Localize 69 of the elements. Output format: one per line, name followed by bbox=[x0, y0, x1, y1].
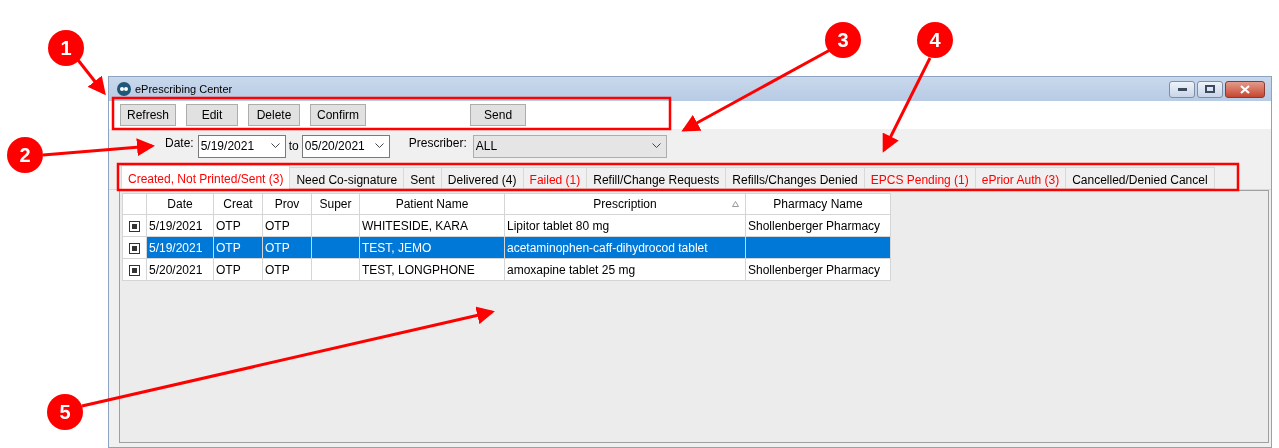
prescriber-dropdown[interactable]: ALL bbox=[472, 134, 667, 158]
callout-badge: 2 bbox=[7, 137, 43, 173]
callout-badge: 3 bbox=[825, 22, 861, 58]
table-cell: 5/19/2021 bbox=[149, 218, 203, 233]
callout-arrow bbox=[76, 59, 106, 96]
sort-icon bbox=[732, 201, 739, 207]
tab[interactable]: Need Co-signature bbox=[289, 167, 405, 189]
table-cell: OTP bbox=[216, 218, 241, 233]
toolbar-button[interactable]: Delete bbox=[248, 104, 301, 126]
table-cell: WHITESIDE, KARA bbox=[362, 218, 468, 233]
tab[interactable]: Delivered (4) bbox=[440, 167, 524, 189]
column-header[interactable]: Date bbox=[146, 193, 214, 215]
table-cell: TEST, JEMO bbox=[362, 240, 432, 255]
tab[interactable]: EPCS Pending (1) bbox=[863, 167, 976, 189]
tab[interactable]: Failed (1) bbox=[522, 167, 588, 189]
table-cell: OTP bbox=[216, 262, 241, 277]
field-label: Date: bbox=[165, 135, 194, 152]
table-row[interactable]: 5/19/2021 OTP OTP WHITESIDE, KARA Lipitor tablet 80 mg Shollenberger Pharmacy bbox=[122, 214, 891, 237]
table-cell: OTP bbox=[265, 240, 290, 255]
table-cell: OTP bbox=[216, 240, 241, 255]
close-icon bbox=[1240, 84, 1250, 94]
maximize-icon bbox=[1205, 85, 1215, 93]
column-header[interactable]: Creat bbox=[213, 193, 263, 215]
app-logo-icon bbox=[117, 82, 131, 96]
table-row[interactable]: 5/20/2021 OTP OTP TEST, LONGPHONE amoxapine tablet 25 mg Shollenberger Pharmacy bbox=[122, 258, 891, 281]
minimize-icon bbox=[1177, 87, 1187, 91]
toolbar-button[interactable]: Refresh bbox=[120, 104, 177, 126]
table-cell: acetaminophen-caff-dihydrocod tablet bbox=[507, 240, 708, 255]
column-header[interactable]: Prescription bbox=[504, 193, 746, 215]
table-cell: 5/19/2021 bbox=[149, 240, 203, 255]
date-picker[interactable]: 5/19/2021 bbox=[197, 134, 286, 158]
column-header[interactable]: Prov bbox=[262, 193, 312, 215]
column-header[interactable]: Patient Name bbox=[359, 193, 505, 215]
tab[interactable]: Refills/Changes Denied bbox=[725, 167, 865, 189]
window-title: ePrescribing Center bbox=[135, 81, 233, 97]
table-cell: Lipitor tablet 80 mg bbox=[507, 218, 610, 233]
column-header[interactable]: Super bbox=[311, 193, 360, 215]
callout-badge: 4 bbox=[917, 22, 953, 58]
table-cell: 5/20/2021 bbox=[149, 262, 203, 277]
tab[interactable]: Refill/Change Requests bbox=[586, 167, 727, 189]
row-selector-icon[interactable] bbox=[129, 220, 140, 232]
toolbar-button[interactable]: Confirm bbox=[310, 104, 367, 126]
table-cell: OTP bbox=[265, 218, 290, 233]
chevron-icon bbox=[374, 143, 384, 149]
row-selector-icon[interactable] bbox=[129, 264, 140, 276]
callout-badge: 5 bbox=[47, 394, 83, 430]
tab[interactable]: ePrior Auth (3) bbox=[974, 167, 1067, 189]
close-button[interactable] bbox=[1225, 80, 1265, 98]
table-cell: amoxapine tablet 25 mg bbox=[507, 262, 636, 277]
maximize-button[interactable] bbox=[1197, 80, 1223, 98]
toolbar-button[interactable]: Edit bbox=[186, 104, 239, 126]
date-picker[interactable]: 05/20/2021 bbox=[301, 134, 390, 158]
chevron-icon bbox=[270, 143, 280, 149]
tab[interactable]: Sent bbox=[403, 167, 442, 189]
tab[interactable]: Cancelled/Denied Cancel bbox=[1065, 167, 1215, 189]
column-header[interactable]: Pharmacy Name bbox=[745, 193, 891, 215]
chevron-icon bbox=[651, 143, 661, 149]
field-label: Prescriber: bbox=[408, 135, 467, 152]
table-row[interactable]: 5/19/2021 OTP OTP TEST, JEMO acetaminophen-caff-dihydrocod tablet bbox=[122, 236, 891, 259]
toolbar-button[interactable]: Send bbox=[470, 104, 527, 126]
field-label: to bbox=[288, 138, 299, 155]
minimize-button[interactable] bbox=[1169, 80, 1195, 98]
row-selector-icon[interactable] bbox=[129, 242, 140, 254]
table-cell: Shollenberger Pharmacy bbox=[748, 262, 881, 277]
tab[interactable]: Created, Not Printed/Sent (3) bbox=[121, 165, 291, 189]
callout-badge: 1 bbox=[48, 30, 84, 66]
table-cell: TEST, LONGPHONE bbox=[362, 262, 475, 277]
table-cell: OTP bbox=[265, 262, 290, 277]
table-cell: Shollenberger Pharmacy bbox=[748, 218, 881, 233]
